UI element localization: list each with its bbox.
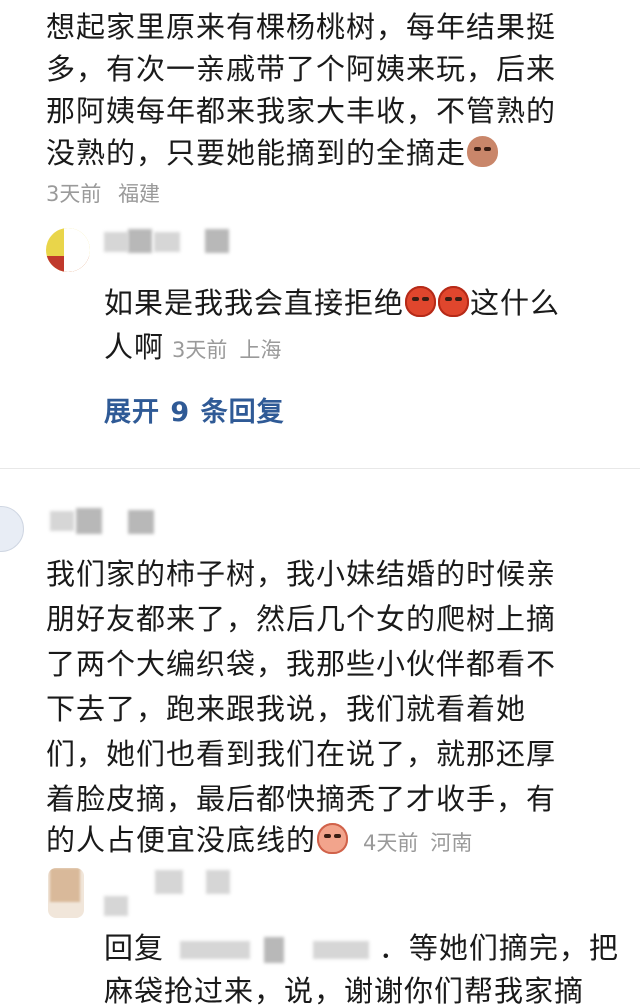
reply-text: 人啊: [104, 330, 165, 364]
mention-redacted: [264, 937, 285, 963]
username-redacted: [128, 229, 152, 253]
username-redacted: [104, 232, 128, 252]
comment-text-line: 们，她们也看到我们在说了，就那还厚: [46, 737, 557, 771]
comment-time: 3天前: [46, 182, 102, 206]
username-redacted: [154, 232, 180, 252]
angry-emoji-icon: [438, 286, 470, 317]
comment-text-line: 着脸皮摘，最后都快摘秃了才收手，有: [46, 782, 557, 816]
username-redacted: [205, 229, 229, 253]
reply-time: 3天前: [172, 338, 228, 362]
reply-text: ．等她们摘完，把: [378, 931, 619, 965]
divider: [0, 468, 640, 469]
comment-time: 4天前: [363, 831, 419, 855]
comment-text-line: 多，有次一亲戚带了个阿姨来玩，后来: [46, 52, 557, 86]
comment-meta: 3天前 福建: [46, 178, 160, 208]
reply-text-line-last: 人啊 3天前 上海: [104, 324, 281, 366]
comment-text: 的人占便宜没底线的: [46, 823, 317, 857]
crying-emoji-icon: [317, 823, 349, 854]
reply-text-line: 如果是我我会直接拒绝 这什么: [104, 280, 560, 322]
username-redacted: [104, 896, 128, 916]
reply-avatar[interactable]: [48, 868, 84, 918]
mention-redacted: [312, 941, 369, 959]
comment-location: 福建: [118, 182, 161, 206]
comment-text-line: 想起家里原来有棵杨桃树，每年结果挺: [46, 10, 557, 44]
expand-replies-link[interactable]: 展开 9 条回复: [104, 390, 285, 429]
reply-text-line: 麻袋抢过来，说，谢谢你们帮我家摘: [104, 974, 585, 1005]
username-redacted: [50, 511, 74, 531]
comment-text-line-last: 的人占便宜没底线的 4天前 河南: [46, 817, 472, 859]
comment-text-line: 下去了，跑来跟我说，我们就看着她: [46, 692, 527, 726]
reply-text: 回复: [104, 931, 165, 965]
comment-avatar[interactable]: [0, 506, 24, 552]
reply-text: 这什么: [470, 286, 561, 320]
comment-text-line: 我们家的柿子树，我小妹结婚的时候亲: [46, 557, 557, 591]
reply-location: 上海: [239, 338, 282, 362]
comment-text-line: 朋好友都来了，然后几个女的爬树上摘: [46, 602, 557, 636]
reply-text: 如果是我我会直接拒绝: [104, 286, 405, 320]
username-redacted: [206, 870, 230, 894]
username-redacted: [128, 510, 154, 534]
comment-location: 河南: [430, 831, 473, 855]
comment-feed: 想起家里原来有棵杨桃树，每年结果挺 多，有次一亲戚带了个阿姨来玩，后来 那阿姨每…: [0, 0, 640, 1005]
mention-redacted: [180, 941, 251, 959]
comment-text: 没熟的，只要她能摘到的全摘走: [46, 136, 467, 170]
angry-emoji-icon: [405, 286, 437, 317]
comment-text-line: 了两个大编织袋，我那些小伙伴都看不: [46, 647, 557, 681]
reply-text-line: 回复 ．等她们摘完，把: [104, 925, 619, 967]
username-redacted: [76, 508, 102, 534]
username-redacted: [155, 870, 183, 894]
reply-avatar[interactable]: [46, 228, 90, 272]
smirk-emoji-icon: [467, 136, 499, 167]
comment-text-line: 那阿姨每年都来我家大丰收，不管熟的: [46, 94, 557, 128]
comment-text-line-last: 没熟的，只要她能摘到的全摘走: [46, 130, 499, 172]
